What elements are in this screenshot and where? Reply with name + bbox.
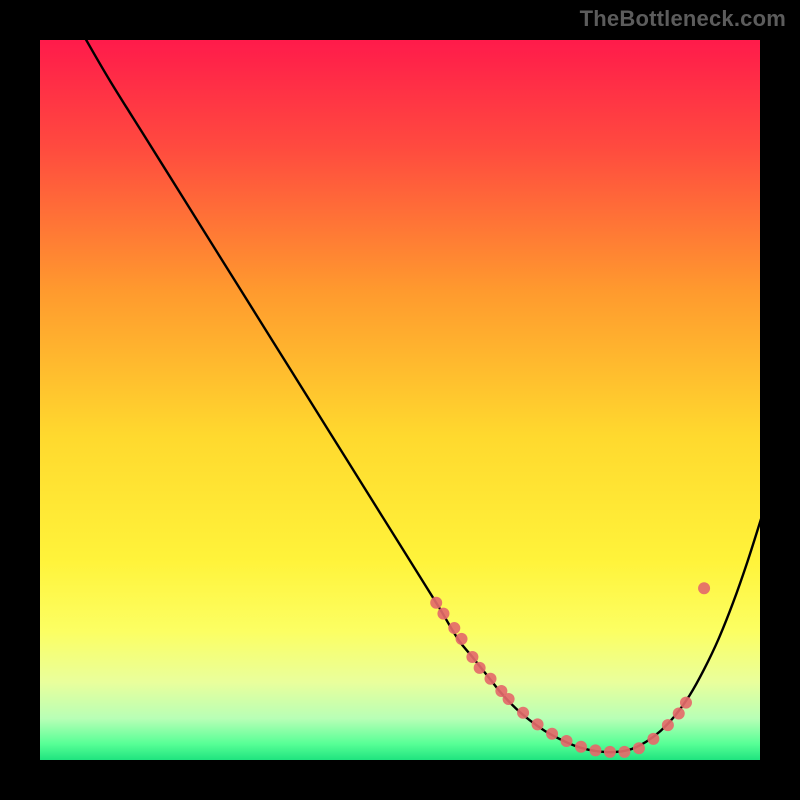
sample-point [456,633,468,645]
sample-point [589,744,601,756]
sample-point [532,718,544,730]
sample-point [485,673,497,685]
watermark-label: TheBottleneck.com [580,6,786,32]
sample-point [474,662,486,674]
sample-point [466,651,478,663]
sample-point [561,735,573,747]
sample-point [546,728,558,740]
sample-point [517,707,529,719]
sample-point [604,746,616,758]
sample-point [437,608,449,620]
sample-point [698,582,710,594]
sample-point [647,733,659,745]
chart-container: TheBottleneck.com [0,0,800,800]
sample-point [430,597,442,609]
sample-point [503,693,515,705]
sample-point [448,622,460,634]
sample-point [673,707,685,719]
gradient-background [38,38,762,762]
sample-point [662,719,674,731]
sample-point [575,741,587,753]
sample-point [618,746,630,758]
chart-plot [38,38,762,762]
sample-point [680,697,692,709]
sample-point [633,742,645,754]
